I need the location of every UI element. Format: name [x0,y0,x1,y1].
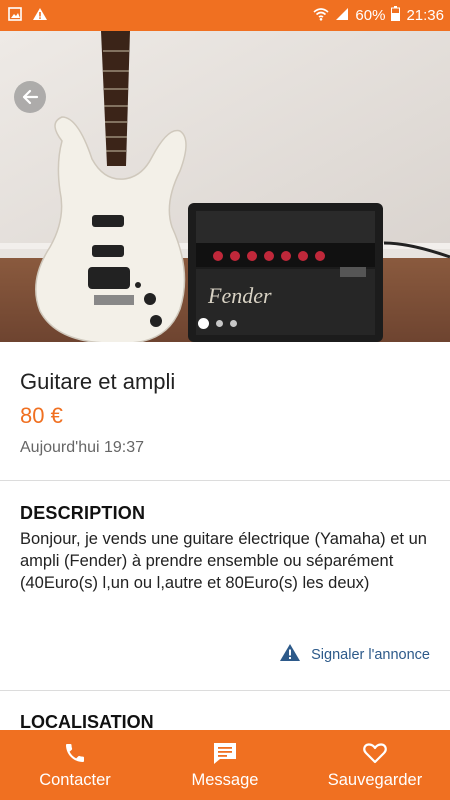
contact-button[interactable]: Contacter [0,730,150,800]
gallery-dot-3[interactable] [230,320,237,327]
warning-notification-icon [32,7,48,25]
phone-icon [66,743,84,762]
battery-percent: 60% [355,7,386,24]
save-button[interactable]: Sauvegarder [300,730,450,800]
listing-photo[interactable]: Fender [0,31,450,342]
message-label: Message [191,770,259,789]
gallery-dot-1[interactable] [198,318,209,329]
heart-icon [363,742,387,763]
status-bar: 60% 21:36 [0,0,450,31]
signal-icon [335,7,349,25]
chat-bubble-icon [214,742,236,764]
battery-icon [391,6,401,25]
listing-price: 80 € [20,403,63,428]
back-button[interactable] [14,81,46,113]
description-section: DESCRIPTION Bonjour, je vends une guitar… [20,503,430,594]
report-label: Signaler l'annonce [311,646,430,663]
image-notification-icon [8,6,22,25]
wifi-icon [313,7,329,25]
contact-label: Contacter [39,770,111,789]
message-button[interactable]: Message [150,730,300,800]
arrow-left-icon [22,89,39,105]
description-text: Bonjour, je vends une guitare électrique… [20,530,427,592]
divider [0,690,450,691]
report-listing-link[interactable]: Signaler l'annonce [279,643,430,666]
description-heading: DESCRIPTION [20,503,146,523]
warning-icon [279,643,301,666]
clock: 21:36 [406,7,444,24]
listing-date: Aujourd'hui 19:37 [20,439,145,456]
amp-logo: Fender [207,283,272,308]
gallery-pagination [198,318,237,329]
save-label: Sauvegarder [327,770,423,789]
divider [0,480,450,481]
listing-title: Guitare et ampli [20,369,176,394]
bottom-action-bar: Contacter Message Sauvegarder [0,730,450,800]
gallery-dot-2[interactable] [216,320,223,327]
listing-info: Guitare et ampli 80 € Aujourd'hui 19:37 [20,368,430,458]
